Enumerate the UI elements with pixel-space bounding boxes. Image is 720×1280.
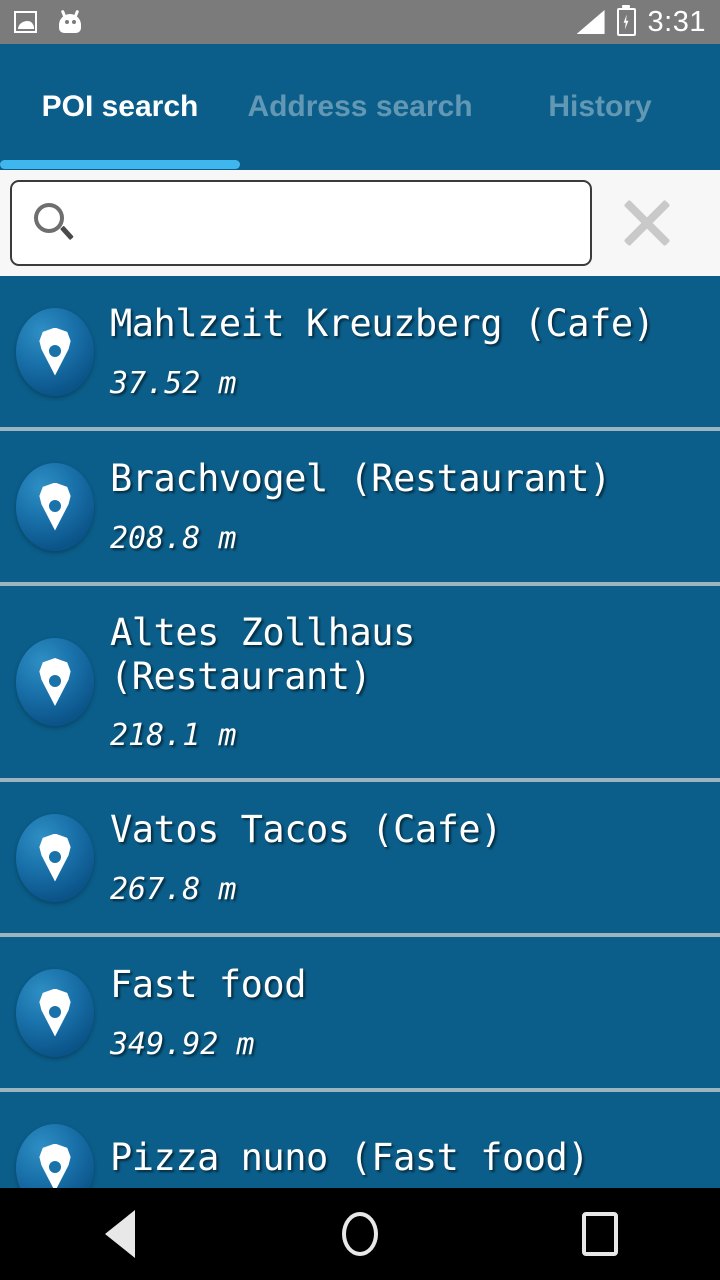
poi-text: Mahlzeit Kreuzberg (Cafe) 37.52 m — [110, 302, 710, 401]
battery-charging-icon — [616, 8, 636, 36]
map-pin-icon — [16, 307, 94, 396]
recents-button[interactable] — [525, 1188, 675, 1280]
home-button[interactable] — [285, 1188, 435, 1280]
map-pin-icon — [16, 968, 94, 1057]
list-item[interactable]: Mahlzeit Kreuzberg (Cafe) 37.52 m — [0, 276, 720, 431]
tab-address-search-label: Address search — [247, 90, 473, 124]
search-icon — [32, 201, 76, 245]
app-screen: 3:31 POI search Address search History M… — [0, 0, 720, 1280]
tab-poi-search-label: POI search — [41, 90, 199, 124]
poi-pin-wrap — [0, 1123, 110, 1188]
signal-icon — [576, 10, 605, 34]
poi-text: Brachvogel (Restaurant) 208.8 m — [110, 457, 710, 556]
poi-text: Vatos Tacos (Cafe) 267.8 m — [110, 808, 710, 907]
poi-title: Mahlzeit Kreuzberg (Cafe) — [110, 302, 655, 346]
poi-title: Vatos Tacos (Cafe) — [110, 808, 502, 852]
poi-distance: 37.52 m — [110, 365, 237, 401]
search-input[interactable] — [76, 207, 590, 239]
back-triangle-icon — [105, 1210, 135, 1258]
poi-distance: 267.8 m — [110, 871, 237, 907]
poi-pin-wrap — [0, 968, 110, 1057]
poi-text: Fast food 349.92 m — [110, 963, 710, 1062]
status-bar-right-icons: 3:31 — [576, 5, 706, 39]
photo-icon — [14, 11, 37, 33]
list-item[interactable]: Fast food 349.92 m — [0, 937, 720, 1092]
tab-poi-search[interactable]: POI search — [0, 44, 240, 170]
close-icon — [617, 193, 677, 253]
list-item[interactable]: Altes Zollhaus (Restaurant) 218.1 m — [0, 586, 720, 782]
list-item[interactable]: Pizza nuno (Fast food) — [0, 1092, 720, 1188]
tab-bar: POI search Address search History — [0, 44, 720, 170]
list-item[interactable]: Vatos Tacos (Cafe) 267.8 m — [0, 782, 720, 937]
poi-title: Brachvogel (Restaurant) — [110, 457, 611, 501]
android-robot-icon — [57, 9, 83, 34]
list-item[interactable]: Brachvogel (Restaurant) 208.8 m — [0, 431, 720, 586]
poi-pin-wrap — [0, 638, 110, 726]
status-bar-left-icons — [14, 9, 83, 34]
tab-history-label: History — [548, 90, 652, 124]
poi-text: Pizza nuno (Fast food) — [110, 1136, 710, 1188]
map-pin-icon — [16, 813, 94, 902]
navigation-bar — [0, 1188, 720, 1280]
poi-title: Pizza nuno (Fast food) — [110, 1135, 590, 1179]
poi-distance: 349.92 m — [110, 1026, 255, 1062]
status-bar: 3:31 — [0, 0, 720, 44]
poi-pin-wrap — [0, 307, 110, 396]
tab-history[interactable]: History — [480, 44, 720, 170]
map-pin-icon — [16, 638, 94, 726]
back-button[interactable] — [45, 1188, 195, 1280]
tab-address-search[interactable]: Address search — [240, 44, 480, 170]
recents-square-icon — [582, 1212, 618, 1256]
map-pin-icon — [16, 462, 94, 551]
poi-pin-wrap — [0, 813, 110, 902]
home-circle-icon — [342, 1212, 378, 1256]
poi-text: Altes Zollhaus (Restaurant) 218.1 m — [110, 611, 710, 753]
tab-active-indicator — [0, 160, 240, 169]
poi-title: Fast food — [110, 963, 306, 1007]
search-bar — [0, 170, 720, 276]
poi-distance: 218.1 m — [110, 718, 237, 754]
map-pin-icon — [16, 1123, 94, 1188]
poi-results-list[interactable]: Mahlzeit Kreuzberg (Cafe) 37.52 m Brachv… — [0, 276, 720, 1188]
status-bar-clock: 3:31 — [647, 5, 706, 38]
poi-pin-wrap — [0, 462, 110, 551]
poi-distance: 208.8 m — [110, 520, 237, 556]
clear-search-button[interactable] — [592, 180, 702, 266]
poi-title: Altes Zollhaus (Restaurant) — [110, 610, 415, 698]
search-field-container[interactable] — [10, 180, 592, 266]
